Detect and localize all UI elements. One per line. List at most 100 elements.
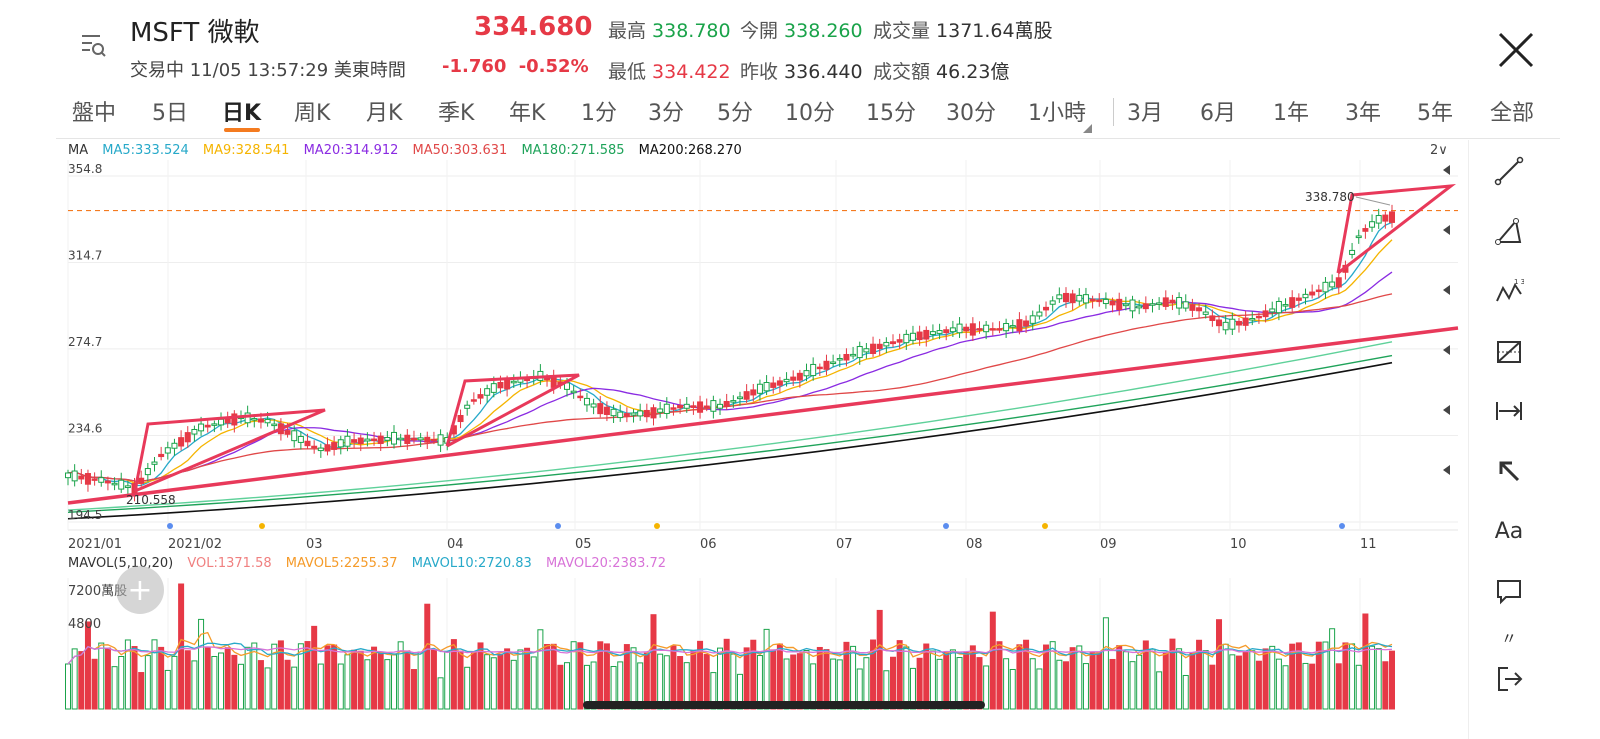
volume-bar [743, 647, 750, 710]
candle-body [783, 378, 790, 383]
volume-bar [903, 646, 910, 710]
triangle-tool-icon[interactable] [1488, 210, 1530, 252]
expand-arrow-icon[interactable] [1443, 405, 1450, 415]
volume-bar [1309, 663, 1316, 710]
candle-body [1222, 321, 1229, 331]
candle-body [311, 445, 318, 449]
candle-body [823, 360, 830, 370]
volume-bar [131, 646, 138, 710]
volume-bar [1249, 650, 1256, 710]
candle-body [830, 361, 837, 364]
volume-bar [470, 652, 477, 710]
volume-bar [1222, 643, 1229, 710]
candle-body [810, 363, 817, 377]
volume-bar [444, 650, 451, 710]
x-axis-label: 2021/01 [68, 537, 122, 552]
line-tool-icon[interactable] [1488, 150, 1530, 192]
candle-body [71, 470, 78, 482]
fib-tool-icon[interactable] [1488, 330, 1530, 372]
x-axis-label: 07 [836, 537, 853, 552]
volume-bar [1329, 628, 1336, 710]
candle-body [1062, 292, 1069, 303]
candle-body [657, 408, 664, 413]
y-axis-label: 274.7 [68, 335, 102, 349]
candle-body [124, 485, 131, 489]
volume-bar [1302, 662, 1309, 710]
chart-scrollbar[interactable] [583, 701, 985, 709]
volume-bar [151, 639, 158, 710]
candle-body [84, 473, 91, 485]
candle-body [730, 400, 737, 403]
exit-tool-icon[interactable] [1488, 658, 1530, 700]
expand-arrow-icon[interactable] [1443, 345, 1450, 355]
volume-bar [723, 638, 730, 710]
volume-bars [65, 583, 1395, 710]
candle-body [1109, 300, 1116, 306]
volume-bar [311, 625, 318, 710]
volume-bar [477, 642, 484, 710]
volume-bar [763, 628, 770, 710]
candle-body [118, 479, 125, 490]
expand-arrow-icon[interactable] [1443, 465, 1450, 475]
volume-bar [104, 647, 111, 710]
candle-body [670, 407, 677, 410]
expand-arrow-icon[interactable] [1443, 225, 1450, 235]
candle-body [391, 431, 398, 445]
candle-body [1029, 315, 1036, 324]
volume-bar [1169, 638, 1176, 710]
volume-bar [371, 646, 378, 710]
candle-body [1043, 306, 1050, 311]
volume-bar [650, 614, 657, 710]
candle-body [597, 403, 604, 415]
candle-body [1136, 305, 1143, 309]
price-chart[interactable]: 354.8 314.7 274.7 234.6 194.5 2021/01 2021/02 0… [0, 0, 1470, 739]
volume-bar [1156, 671, 1163, 710]
volume-bar [1102, 617, 1109, 710]
volume-bar [118, 656, 125, 710]
candle-body [437, 434, 444, 446]
volume-bar [816, 646, 823, 710]
comment-tool-icon[interactable] [1488, 570, 1530, 612]
candle-body [324, 444, 331, 452]
candle-body [1156, 302, 1163, 305]
volume-bar [1342, 642, 1349, 710]
measure-tool-icon[interactable] [1488, 390, 1530, 432]
candle-body [1149, 303, 1156, 306]
x-axis-label: 11 [1360, 537, 1377, 552]
long-ma-line [67, 361, 1393, 520]
candle-body [1309, 291, 1316, 296]
expand-arrow-icon[interactable] [1443, 165, 1450, 175]
candle-body [297, 435, 304, 443]
candle-body [424, 436, 431, 443]
candle-body [1082, 294, 1089, 304]
wave-tool-icon[interactable]: 1 3 [1488, 270, 1530, 312]
more-tools-icon[interactable]: 〃 [1488, 625, 1530, 649]
add-indicator-button[interactable]: + [116, 566, 164, 614]
candle-body [1142, 303, 1149, 310]
close-icon[interactable] [1496, 30, 1536, 70]
y-axis-label: 314.7 [68, 249, 102, 263]
candle-body [1335, 277, 1342, 288]
candle-body [1122, 303, 1129, 307]
chart-grid [67, 160, 1458, 710]
candle-body [1116, 298, 1123, 311]
candle-body [603, 406, 610, 415]
candle-body [1209, 315, 1216, 322]
candle-body [1262, 310, 1269, 318]
candle-body [1295, 297, 1302, 301]
candle-body [1176, 297, 1183, 309]
volume-bar [404, 650, 411, 710]
candle-body [384, 437, 391, 441]
arrow-tool-icon[interactable] [1488, 450, 1530, 492]
volume-bar [550, 643, 557, 710]
text-tool-icon[interactable]: Aa [1488, 510, 1530, 552]
tab-all[interactable]: 全部 [1490, 95, 1534, 127]
candle-body [1096, 299, 1103, 303]
candle-body [1369, 221, 1376, 228]
candle-body [1182, 301, 1189, 309]
candle-body [916, 331, 923, 341]
expand-arrow-icon[interactable] [1443, 285, 1450, 295]
candle-body [164, 447, 171, 454]
candle-body [397, 437, 404, 441]
candle-body [497, 381, 504, 389]
